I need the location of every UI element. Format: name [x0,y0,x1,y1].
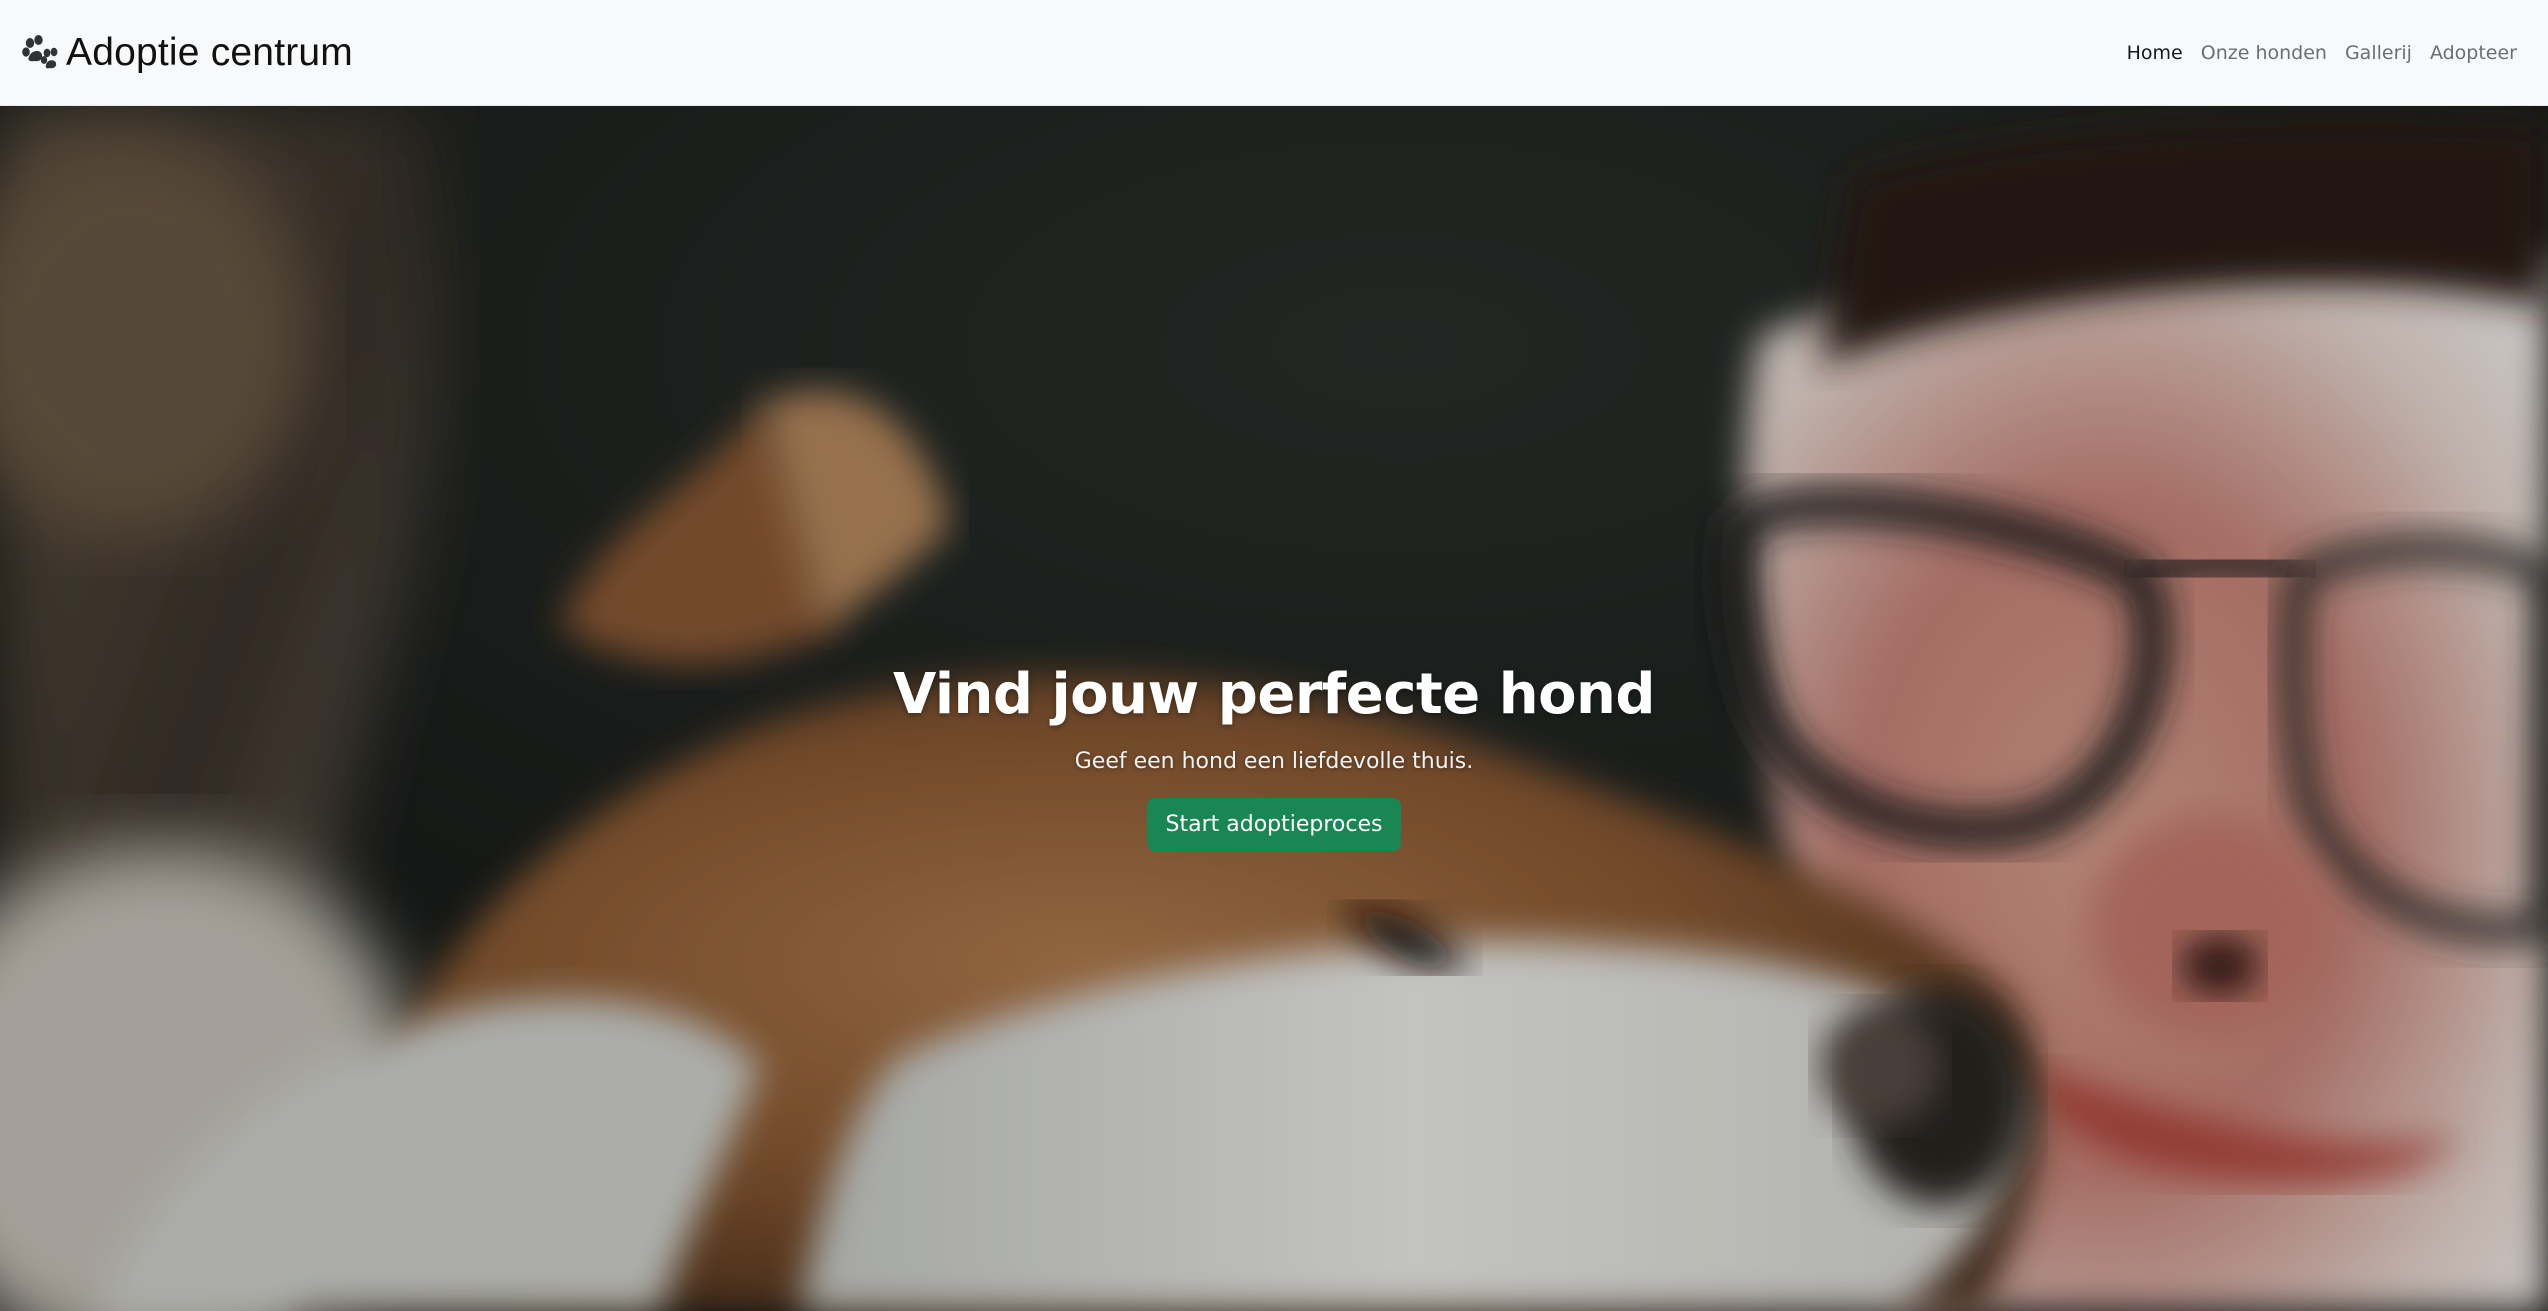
hero-title: Vind jouw perfecte hond [892,662,1656,727]
nav-links: Home Onze honden Gallerij Adopteer [2118,42,2526,64]
brand-link[interactable]: Adoptie centrum [20,31,353,75]
nav-link-home[interactable]: Home [2118,42,2192,64]
start-adoption-button[interactable]: Start adoptieproces [1146,798,1402,851]
hero-section: Vind jouw perfecte hond Geef een hond ee… [0,106,2548,1311]
brand-title: Adoptie centrum [66,30,353,74]
nav-link-adopteer[interactable]: Adopteer [2421,42,2526,64]
hero-content: Vind jouw perfecte hond Geef een hond ee… [0,662,2548,851]
nav-link-gallerij[interactable]: Gallerij [2336,42,2421,64]
nav-link-onze-honden[interactable]: Onze honden [2192,42,2336,64]
paw-icon [20,33,60,73]
hero-subtitle: Geef een hond een liefdevolle thuis. [1074,749,1474,774]
navbar: Adoptie centrum Home Onze honden Galleri… [0,0,2548,106]
